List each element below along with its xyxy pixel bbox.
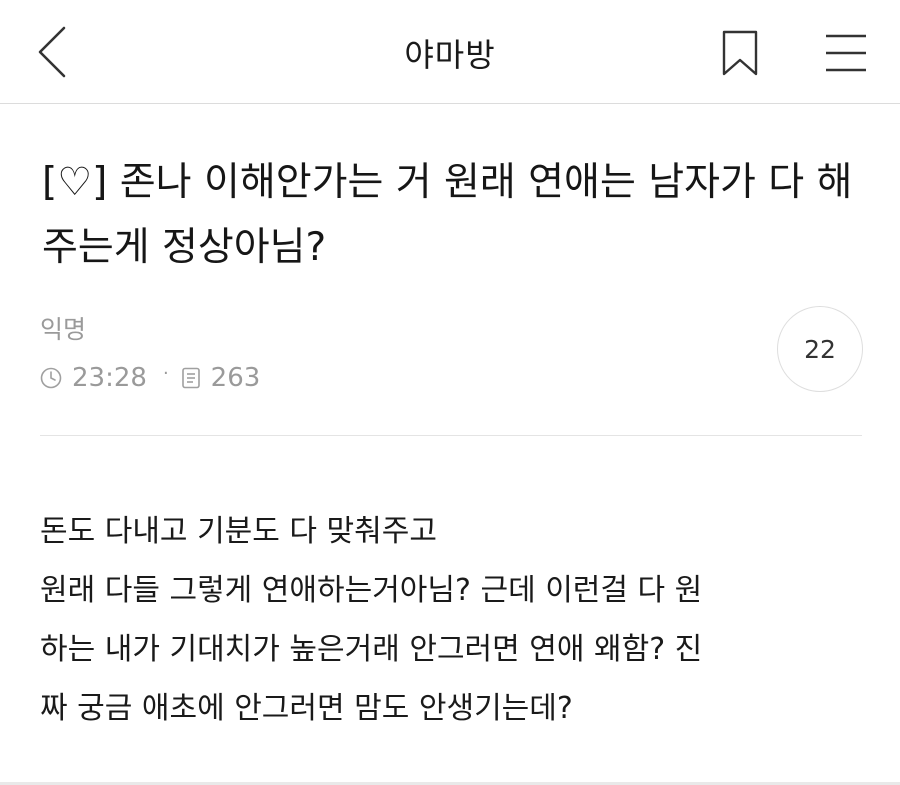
clock-icon (40, 367, 62, 389)
comment-count: 22 (804, 334, 836, 364)
post-time: 23:28 (72, 363, 147, 393)
bookmark-button[interactable] (712, 24, 768, 84)
comment-count-button[interactable]: 22 (777, 306, 863, 392)
meta-separator: · (162, 362, 169, 384)
top-app-bar: 야마방 (0, 0, 900, 104)
author-name: 익명 (40, 315, 87, 344)
bookmark-icon (722, 30, 758, 76)
body-line: 원래 다들 그렇게 연애하는거아님? 근데 이런걸 다 원 (40, 573, 703, 608)
body-line: 돈도 다내고 기분도 다 맞춰주고 (40, 514, 437, 549)
menu-button[interactable] (816, 24, 876, 84)
divider (40, 435, 862, 436)
document-icon (181, 367, 200, 389)
hamburger-menu-icon (826, 34, 866, 72)
post-meta: 23:28 · 263 (40, 360, 260, 396)
body-line: 하는 내가 기대치가 높은거래 안그러면 연애 왜함? 진 (40, 632, 703, 667)
view-count: 263 (210, 363, 261, 393)
post-title: [♡] 존나 이해안가는 거 원래 연애는 남자가 다 해주는게 정상아님? (42, 160, 853, 270)
post-body: 돈도 다내고 기분도 다 맞춰주고 원래 다들 그렇게 연애하는거아님? 근데 … (40, 502, 862, 738)
body-line: 짜 궁금 애초에 안그러면 맘도 안생기는데? (40, 691, 573, 726)
